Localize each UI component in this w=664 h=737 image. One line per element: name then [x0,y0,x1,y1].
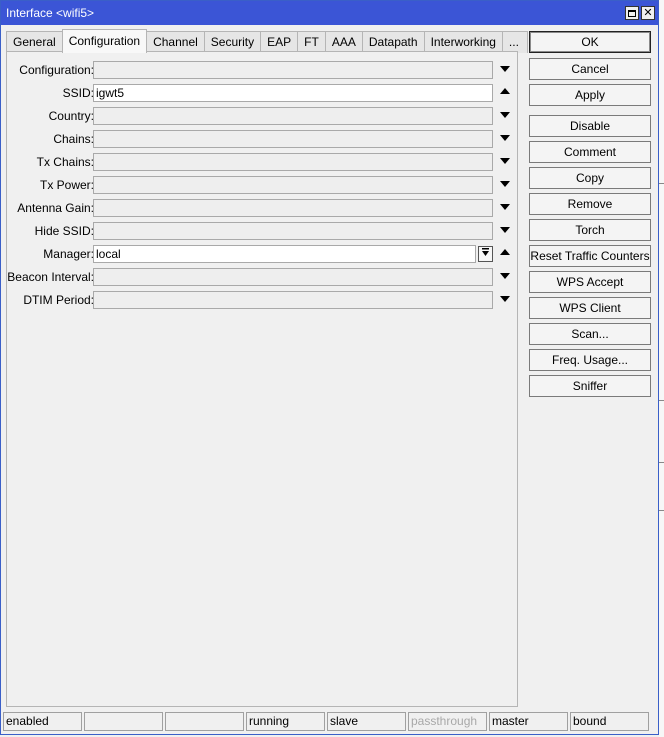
field-row-ssid: SSID: igwt5 [7,84,519,102]
status-cell: bound [570,712,649,731]
remove-button[interactable]: Remove [529,193,651,215]
dtim-period-input[interactable] [93,291,493,309]
arrow-down-icon[interactable] [500,181,510,187]
tab-bar: General Configuration Channel Security EAP FT… [6,29,528,53]
field-row-tx-chains: Tx Chains: [7,153,519,171]
manager-input[interactable]: local [93,245,476,263]
field-row-configuration: Configuration: [7,61,519,79]
arrow-up-icon[interactable] [500,249,510,255]
copy-button[interactable]: Copy [529,167,651,189]
tx-chains-label: Tx Chains: [36,155,94,169]
arrow-up-icon[interactable] [500,88,510,94]
reset-traffic-counters-button[interactable]: Reset Traffic Counters [529,245,651,267]
tab-interworking[interactable]: Interworking [423,31,503,53]
country-label: Country: [48,109,94,123]
status-cell [84,712,163,731]
window-title: Interface <wifi5> [6,6,95,20]
antenna-gain-label: Antenna Gain: [17,201,94,215]
antenna-gain-input[interactable] [93,199,493,217]
arrow-down-icon[interactable] [500,273,510,279]
tx-power-label: Tx Power: [39,178,94,192]
field-row-manager: Manager: local [7,245,519,263]
wps-accept-button[interactable]: WPS Accept [529,271,651,293]
wps-client-button[interactable]: WPS Client [529,297,651,319]
background-edge [659,0,664,737]
manager-label: Manager: [43,247,94,261]
field-row-dtim-period: DTIM Period: [7,291,519,309]
hide-ssid-input[interactable] [93,222,493,240]
arrow-down-icon[interactable] [500,204,510,210]
comment-button[interactable]: Comment [529,141,651,163]
disable-button[interactable]: Disable [529,115,651,137]
arrow-down-icon[interactable] [500,135,510,141]
tab-ft[interactable]: FT [297,31,326,53]
ssid-input[interactable]: igwt5 [93,84,493,102]
arrow-down-icon[interactable] [500,158,510,164]
arrow-down-icon[interactable] [500,66,510,72]
torch-button[interactable]: Torch [529,219,651,241]
field-row-tx-power: Tx Power: [7,176,519,194]
interface-window: Interface <wifi5> ✕ General Configuration… [0,0,659,735]
tab-more[interactable]: ... [501,31,528,53]
field-row-antenna-gain: Antenna Gain: [7,199,519,217]
manager-value: local [96,247,121,261]
tab-configuration[interactable]: Configuration [61,29,148,53]
country-input[interactable] [93,107,493,125]
cancel-button[interactable]: Cancel [529,58,651,80]
tab-channel[interactable]: Channel [146,31,205,53]
freq-usage-button[interactable]: Freq. Usage... [529,349,651,371]
field-row-beacon-interval: Beacon Interval: [7,268,519,286]
chains-label: Chains: [53,132,94,146]
tab-security[interactable]: Security [203,31,262,53]
configuration-label: Configuration: [19,63,94,77]
sniffer-button[interactable]: Sniffer [529,375,651,397]
field-row-chains: Chains: [7,130,519,148]
tx-power-input[interactable] [93,176,493,194]
chains-input[interactable] [93,130,493,148]
tx-chains-input[interactable] [93,153,493,171]
status-cell: enabled [3,712,82,731]
beacon-interval-input[interactable] [93,268,493,286]
configuration-input[interactable] [93,61,493,79]
dtim-period-label: DTIM Period: [23,293,94,307]
tab-general[interactable]: General [6,31,63,53]
configuration-panel: Configuration: SSID: igwt5 Country: Chains: T… [6,51,518,707]
arrow-down-icon[interactable] [500,112,510,118]
field-row-hide-ssid: Hide SSID: [7,222,519,240]
ssid-value: igwt5 [96,86,125,100]
hide-ssid-label: Hide SSID: [34,224,94,238]
scan-button[interactable]: Scan... [529,323,651,345]
status-cell: passthrough [408,712,487,731]
close-icon[interactable]: ✕ [641,6,655,20]
dropdown-icon[interactable] [478,246,493,262]
arrow-down-icon[interactable] [500,296,510,302]
field-row-country: Country: [7,107,519,125]
arrow-down-icon[interactable] [500,227,510,233]
status-bar: enabled running slave passthrough master boun… [3,712,655,731]
tab-eap[interactable]: EAP [260,31,299,53]
status-cell: running [246,712,325,731]
maximize-icon[interactable] [625,6,639,20]
ssid-label: SSID: [62,86,94,100]
status-cell: master [489,712,568,731]
tab-datapath[interactable]: Datapath [361,31,425,53]
title-bar[interactable]: Interface <wifi5> ✕ [1,1,658,25]
status-cell [165,712,244,731]
beacon-interval-label: Beacon Interval: [7,270,94,284]
apply-button[interactable]: Apply [529,84,651,106]
ok-button[interactable]: OK [529,31,651,53]
status-cell: slave [327,712,406,731]
tab-aaa[interactable]: AAA [324,31,363,53]
